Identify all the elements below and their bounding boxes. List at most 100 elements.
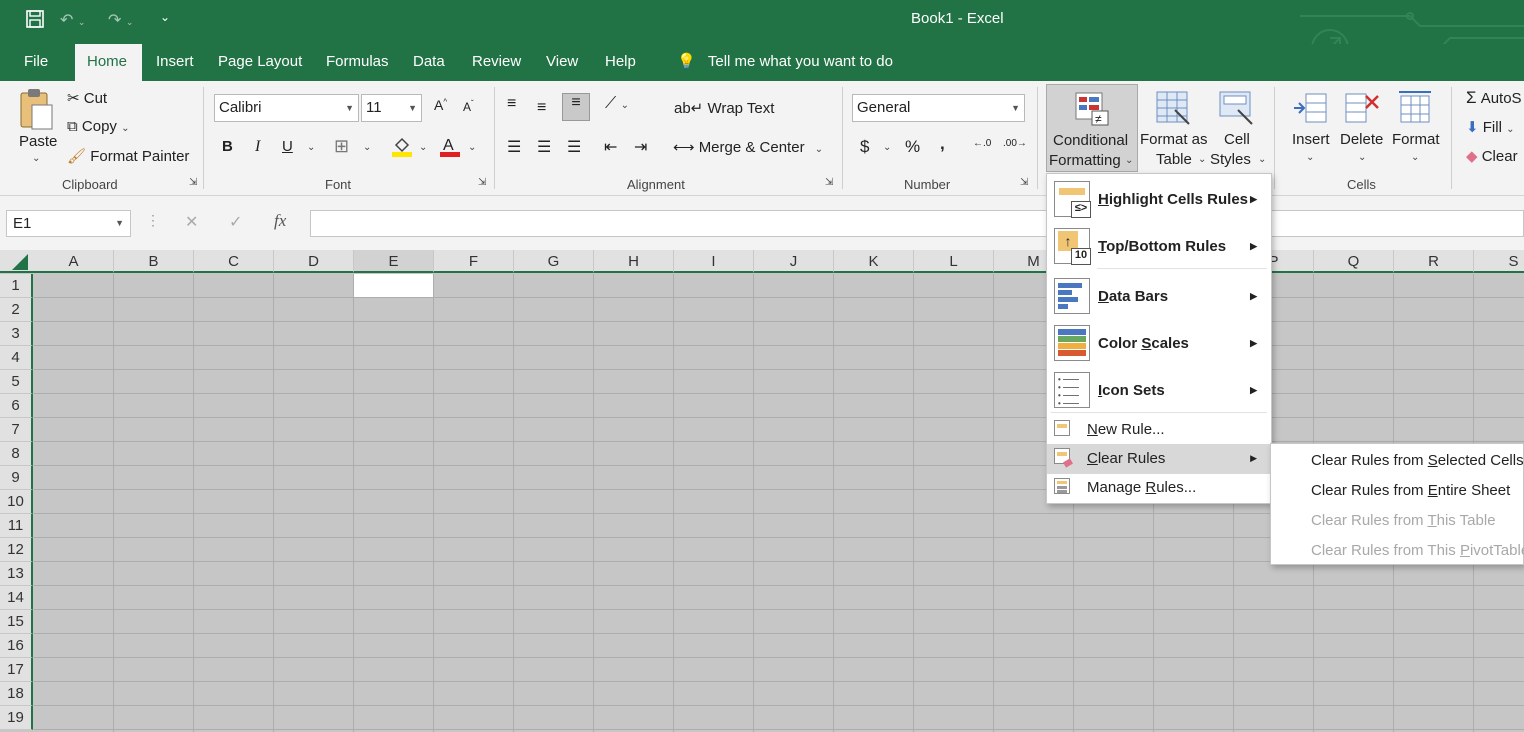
currency-dropdown-icon[interactable]: ⌄ [883, 142, 891, 153]
row-header-8[interactable]: 8 [0, 442, 33, 466]
redo-icon[interactable]: ↷ ⌄ [108, 10, 133, 30]
row-header-11[interactable]: 11 [0, 514, 33, 538]
menu-item-highlight-cells-rules[interactable]: ≤> Highlight Cells Rules ▶ [1047, 176, 1271, 223]
percent-button[interactable]: % [905, 137, 920, 157]
row-header-19[interactable]: 19 [0, 706, 33, 730]
row-header-15[interactable]: 15 [0, 610, 33, 634]
row-header-13[interactable]: 13 [0, 562, 33, 586]
increase-decimal-icon[interactable]: ←.0 [973, 138, 991, 149]
cancel-icon[interactable]: ✕ [185, 212, 198, 232]
font-size-select[interactable]: 11 ▼ [361, 94, 422, 122]
column-header-a[interactable]: A [34, 250, 114, 273]
align-center-icon[interactable]: ☰ [537, 137, 551, 157]
font-color-dropdown-icon[interactable]: ⌄ [468, 142, 476, 153]
paste-icon[interactable] [18, 87, 54, 131]
column-header-i[interactable]: I [674, 250, 754, 273]
tab-data[interactable]: Data [401, 44, 457, 81]
align-right-icon[interactable]: ☰ [567, 137, 581, 157]
menu-item-top-bottom-rules[interactable]: ↑ 10 Top/Bottom Rules ▶ [1047, 223, 1271, 270]
row-header-1[interactable]: 1 [0, 274, 33, 298]
cell-styles-button[interactable]: Cell Styles ⌄ [1208, 84, 1268, 172]
row-header-2[interactable]: 2 [0, 298, 33, 322]
menu-item-color-scales[interactable]: Color Scales ▶ [1047, 320, 1271, 367]
submenu-item-clear-entire-sheet[interactable]: Clear Rules from Entire Sheet [1311, 482, 1510, 499]
column-header-k[interactable]: K [834, 250, 914, 273]
font-launcher-icon[interactable]: ⇲ [478, 177, 486, 188]
enter-icon[interactable]: ✓ [229, 212, 242, 232]
column-header-b[interactable]: B [114, 250, 194, 273]
format-cells-button[interactable]: Format ⌄ [1390, 84, 1442, 172]
format-painter-button[interactable]: 🖌 Format Painter [67, 147, 189, 165]
row-header-14[interactable]: 14 [0, 586, 33, 610]
menu-item-manage-rules[interactable]: Manage Rules... [1047, 474, 1271, 502]
column-header-d[interactable]: D [274, 250, 354, 273]
tab-help[interactable]: Help [593, 44, 648, 81]
currency-button[interactable]: $ [860, 137, 869, 157]
increase-indent-icon[interactable]: ⇥ [634, 137, 647, 157]
tab-home[interactable]: Home [75, 44, 142, 81]
undo-icon[interactable]: ↶ ⌄ [60, 10, 85, 30]
insert-cells-button[interactable]: Insert ⌄ [1288, 84, 1334, 172]
menu-item-data-bars[interactable]: Data Bars ▶ [1047, 273, 1271, 320]
format-as-table-button[interactable]: Format as Table ⌄ [1140, 84, 1208, 172]
align-top-icon[interactable]: ≡ [507, 95, 516, 113]
fill-color-dropdown-icon[interactable]: ⌄ [419, 142, 427, 153]
increase-font-icon[interactable]: A^ [434, 97, 447, 113]
underline-button[interactable]: U [282, 138, 293, 155]
fill-color-icon[interactable] [392, 135, 412, 161]
tab-file[interactable]: File [12, 44, 60, 81]
row-header-18[interactable]: 18 [0, 682, 33, 706]
insert-function-icon[interactable]: fx [274, 211, 286, 231]
clear-button[interactable]: ◆ Clear [1466, 147, 1518, 165]
borders-dropdown-icon[interactable]: ⌄ [363, 142, 371, 153]
column-header-s[interactable]: S [1474, 250, 1524, 273]
row-header-12[interactable]: 12 [0, 538, 33, 562]
column-header-f[interactable]: F [434, 250, 514, 273]
decrease-font-icon[interactable]: Aˇ [463, 99, 474, 114]
name-box[interactable]: E1 ▼ [6, 210, 131, 237]
wrap-text-button[interactable]: ab↵ Wrap Text [674, 99, 774, 117]
row-header-10[interactable]: 10 [0, 490, 33, 514]
delete-cells-button[interactable]: Delete ⌄ [1338, 84, 1388, 172]
row-header-16[interactable]: 16 [0, 634, 33, 658]
align-left-icon[interactable]: ☰ [507, 137, 521, 157]
decrease-decimal-icon[interactable]: .00→ [1003, 138, 1027, 149]
menu-item-icon-sets[interactable]: • —— • —— • —— • —— Icon Sets ▶ [1047, 367, 1271, 414]
column-header-q[interactable]: Q [1314, 250, 1394, 273]
align-bottom-icon[interactable]: ≡ [562, 93, 590, 121]
column-header-c[interactable]: C [194, 250, 274, 273]
paste-button[interactable]: Paste [19, 133, 57, 150]
fill-button[interactable]: ⬇ Fill ⌄ [1466, 118, 1514, 136]
tell-me-search[interactable]: 💡 Tell me what you want to do [665, 44, 905, 81]
alignment-launcher-icon[interactable]: ⇲ [825, 177, 833, 188]
autosum-button[interactable]: Σ AutoS [1466, 88, 1522, 108]
comma-button[interactable]: , [940, 134, 945, 154]
column-header-g[interactable]: G [514, 250, 594, 273]
orientation-icon[interactable]: ⟋ ⌄ [605, 95, 629, 113]
menu-item-clear-rules[interactable]: Clear Rules ▶ [1047, 444, 1271, 474]
font-color-icon[interactable]: A [440, 135, 460, 161]
merge-center-button[interactable]: ⟷ Merge & Center ⌄ [673, 138, 823, 156]
clipboard-launcher-icon[interactable]: ⇲ [189, 177, 197, 188]
number-launcher-icon[interactable]: ⇲ [1020, 177, 1028, 188]
font-name-select[interactable]: Calibri ▼ [214, 94, 359, 122]
number-format-select[interactable]: General ▼ [852, 94, 1025, 122]
conditional-formatting-button[interactable]: ≠ Conditional Formatting ⌄ [1046, 84, 1138, 172]
customize-qat-icon[interactable]: ⌄ [160, 10, 170, 24]
column-header-l[interactable]: L [914, 250, 994, 273]
column-header-j[interactable]: J [754, 250, 834, 273]
cut-button[interactable]: ✂ Cut [67, 89, 107, 107]
underline-dropdown-icon[interactable]: ⌄ [307, 142, 315, 153]
row-header-5[interactable]: 5 [0, 370, 33, 394]
tab-insert[interactable]: Insert [144, 44, 206, 81]
copy-button[interactable]: ⧉ Copy ⌄ [67, 118, 129, 135]
row-header-9[interactable]: 9 [0, 466, 33, 490]
column-header-r[interactable]: R [1394, 250, 1474, 273]
row-header-6[interactable]: 6 [0, 394, 33, 418]
formula-input[interactable] [310, 210, 1524, 237]
row-header-4[interactable]: 4 [0, 346, 33, 370]
save-icon[interactable] [26, 10, 44, 33]
tab-formulas[interactable]: Formulas [314, 44, 401, 81]
column-header-h[interactable]: H [594, 250, 674, 273]
row-header-7[interactable]: 7 [0, 418, 33, 442]
